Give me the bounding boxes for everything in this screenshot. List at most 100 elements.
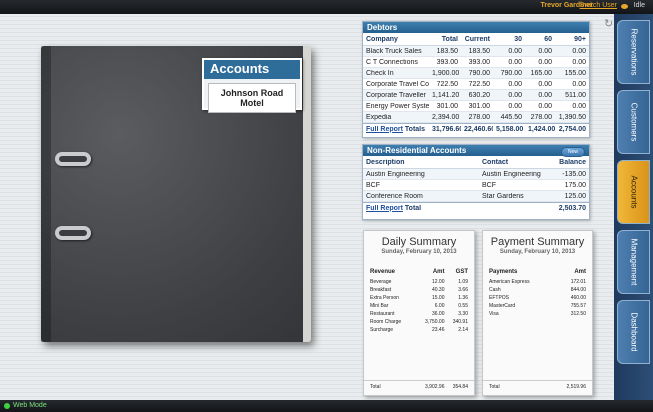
table-cell: Check In xyxy=(366,69,394,77)
table-cell: 0.00 xyxy=(538,102,552,110)
table-cell: 0.00 xyxy=(508,102,522,110)
col-header: Current xyxy=(464,35,490,43)
table-cell: 183.50 xyxy=(436,47,458,55)
payment-row: EFTPOS 460.00 xyxy=(483,294,592,302)
refresh-icon[interactable]: ↻ xyxy=(604,17,613,30)
daily-total: Total 3,902.96 354.84 xyxy=(364,380,474,390)
nonres-row[interactable]: Conference Room Star Gardens 125.00 xyxy=(363,191,589,202)
payment-summary-sheet[interactable]: Payment Summary Sunday, February 10, 201… xyxy=(482,230,593,396)
total-label: Total xyxy=(370,384,381,390)
switch-user-link[interactable]: Switch User xyxy=(580,2,617,9)
daily-row: Restaurant 36.00 3.30 xyxy=(364,310,474,318)
debtor-row[interactable]: Corporate Travel Con... 722.50 722.50 0.00 0… xyxy=(363,79,589,90)
table-cell: 0.00 xyxy=(508,47,522,55)
table-cell: 183.50 xyxy=(468,47,490,55)
tab-label: Customers xyxy=(629,102,638,142)
payment-row: American Express 172.01 xyxy=(483,278,592,286)
tab-management[interactable]: Management xyxy=(617,230,650,294)
table-cell: 36.00 xyxy=(431,311,445,317)
table-cell: 755.57 xyxy=(570,303,586,309)
col-header: Total xyxy=(441,35,458,43)
table-cell: 0.00 xyxy=(538,47,552,55)
total-cell: 354.84 xyxy=(452,384,468,390)
table-cell: 0.00 xyxy=(538,91,552,99)
table-cell: 278.00 xyxy=(530,113,552,121)
table-cell: 301.00 xyxy=(468,102,490,110)
tab-label: Accounts xyxy=(629,175,638,209)
top-bar: Trevor Gardiner Switch User Idle xyxy=(0,0,653,14)
daily-row: Beverage 12.00 1.09 xyxy=(364,278,474,286)
table-cell: 278.00 xyxy=(468,113,490,121)
daily-summary-sheet[interactable]: Daily Summary Sunday, February 10, 2013 … xyxy=(363,230,475,396)
table-cell: 1,141.20 xyxy=(432,91,460,99)
table-cell: Austin Engineering xyxy=(366,170,425,178)
table-cell: Surcharge xyxy=(370,327,394,333)
table-cell: Cash xyxy=(489,287,501,293)
binder-label: Accounts Johnson Road Motel xyxy=(202,58,302,113)
col-header: 60 xyxy=(544,35,552,43)
tab-dashboard[interactable]: Dashboard xyxy=(617,300,650,364)
debtor-row[interactable]: Check In 1,900.00 790.00 790.00 165.00 155.00 xyxy=(363,68,589,79)
table-cell: BCF xyxy=(366,181,380,189)
col-header: Contact xyxy=(482,158,509,166)
table-cell: 301.00 xyxy=(436,102,458,110)
table-cell: 445.50 xyxy=(500,113,522,121)
table-cell: 3,750.00 xyxy=(425,319,445,325)
total-cell: 2,754.00 xyxy=(558,125,586,133)
nonres-footer: Full Report Total 2,503.70 xyxy=(363,202,589,213)
tab-label: Reservations xyxy=(629,28,638,76)
debtor-row[interactable]: C T Connections 393.00 393.00 0.00 0.00 0.00 xyxy=(363,57,589,68)
tab-accounts[interactable]: Accounts xyxy=(617,160,650,224)
payment-row: Visa 312.50 xyxy=(483,310,592,318)
debtor-row[interactable]: Energy Power Systems 301.00 301.00 0.00 0.00… xyxy=(363,101,589,112)
nonres-rows: Austin Engineering Austin Engineering -135… xyxy=(363,169,589,202)
nonres-panel: Non-Residential Accounts New Description… xyxy=(362,144,590,220)
accounts-binder[interactable]: Accounts Johnson Road Motel xyxy=(41,46,311,342)
table-cell: 393.00 xyxy=(436,58,458,66)
web-mode-label: Web Mode xyxy=(13,402,47,409)
total-cell: 2,519.96 xyxy=(566,384,586,390)
table-cell: Expedia xyxy=(366,113,392,121)
payment-rows: American Express 172.01 Cash 844.00 EFTPOS 46… xyxy=(483,278,592,318)
table-cell: 0.00 xyxy=(572,80,586,88)
status-bar: Web Mode xyxy=(0,400,653,412)
debtor-row[interactable]: Black Truck Sales 183.50 183.50 0.00 0.00 0.0… xyxy=(363,46,589,57)
status-icon xyxy=(621,4,628,9)
daily-header: Revenue Amt GST xyxy=(364,269,474,275)
total-label: Total xyxy=(404,204,422,212)
table-cell: 175.00 xyxy=(564,181,586,189)
table-cell: 0.00 xyxy=(508,58,522,66)
table-cell: Mini Bar xyxy=(370,303,389,309)
nonres-title: Non-Residential Accounts xyxy=(363,145,589,156)
total-label: Total xyxy=(489,384,500,390)
nonres-full-report-link[interactable]: Full Report xyxy=(366,205,403,212)
table-cell: BCF xyxy=(482,181,496,189)
table-cell: 23.46 xyxy=(431,327,445,333)
table-cell: 0.00 xyxy=(538,80,552,88)
web-mode-icon xyxy=(4,403,10,409)
table-cell: 460.00 xyxy=(570,295,586,301)
col-header: GST xyxy=(455,269,468,275)
tab-reservations[interactable]: Reservations xyxy=(617,20,650,84)
table-cell: 2,394.00 xyxy=(432,113,460,121)
table-cell: Visa xyxy=(489,311,499,317)
table-cell: 12.00 xyxy=(431,279,445,285)
debtor-row[interactable]: Expedia 2,394.00 278.00 445.50 278.00 1,390.5… xyxy=(363,112,589,123)
total-cell: 31,796.60 xyxy=(432,125,461,133)
nonres-row[interactable]: BCF BCF 175.00 xyxy=(363,180,589,191)
new-account-button[interactable]: New xyxy=(560,147,585,157)
debtors-full-report-link[interactable]: Full Report xyxy=(366,126,403,133)
nonres-header: Description Contact Balance xyxy=(363,156,589,169)
nonres-row[interactable]: Austin Engineering Austin Engineering -135… xyxy=(363,169,589,180)
total-cell: 5,158.00 xyxy=(496,125,524,133)
col-header: Description xyxy=(366,158,405,166)
payment-row: Cash 844.00 xyxy=(483,286,592,294)
debtor-row[interactable]: Corporate Traveller 1,141.20 630.20 0.00 0.0… xyxy=(363,90,589,101)
table-cell: Energy Power Systems xyxy=(366,102,429,110)
total-cell: 1,424.00 xyxy=(528,125,555,133)
col-header: Balance xyxy=(559,158,586,166)
table-cell: 790.00 xyxy=(468,69,490,77)
table-cell: Restaurant xyxy=(370,311,395,317)
binder-label-title: Accounts xyxy=(204,60,300,79)
tab-customers[interactable]: Customers xyxy=(617,90,650,154)
